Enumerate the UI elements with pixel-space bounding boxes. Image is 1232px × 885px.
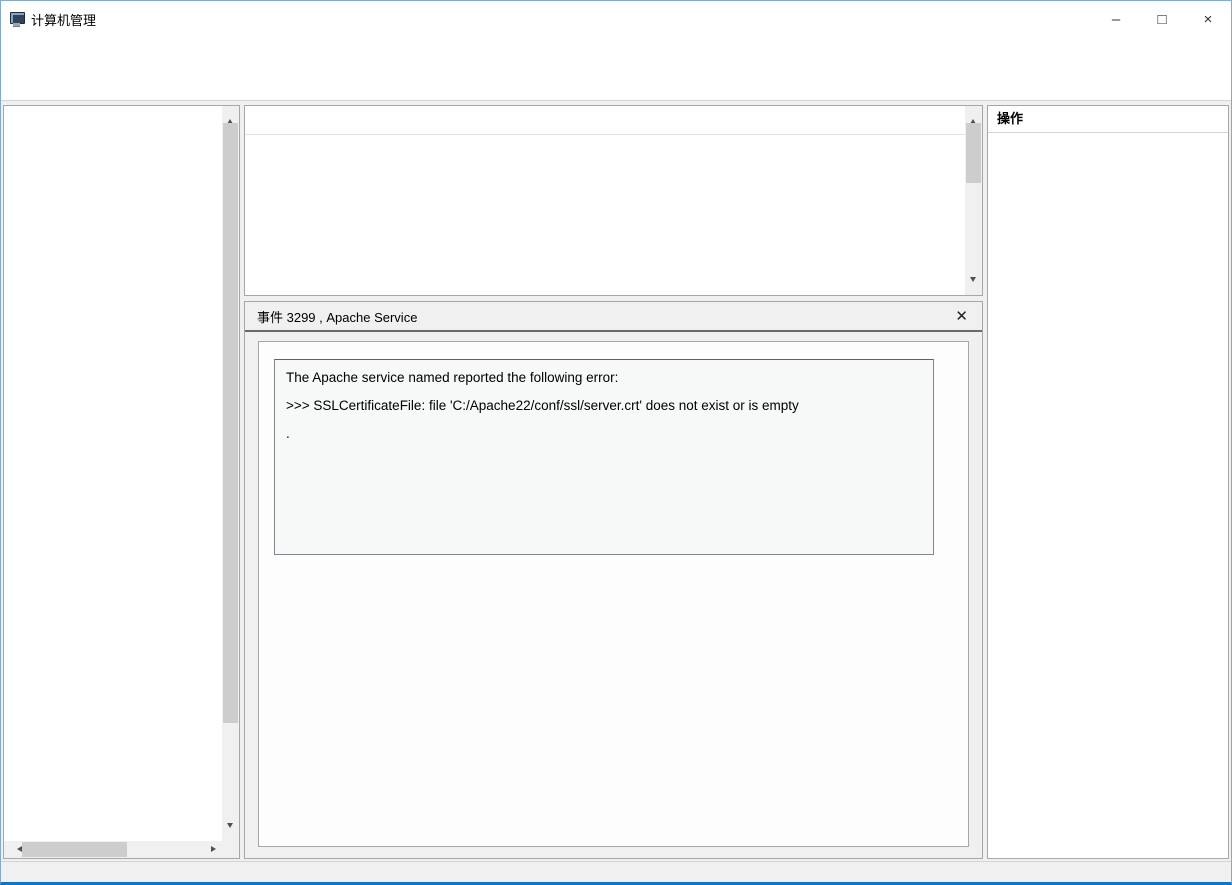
event-list-pane — [244, 105, 983, 296]
center-pane: 事件 3299 , Apache Service ✕ The Apache se… — [244, 105, 983, 859]
scrollbar-corner — [222, 841, 239, 858]
scroll-down-arrow[interactable] — [222, 824, 239, 841]
event-preview-pane: 事件 3299 , Apache Service ✕ The Apache se… — [244, 301, 983, 859]
actions-title: 操作 — [988, 106, 1228, 133]
message-line: The Apache service named reported the fo… — [286, 369, 922, 387]
maximize-button[interactable]: □ — [1139, 1, 1185, 37]
main-area: 事件 3299 , Apache Service ✕ The Apache se… — [1, 101, 1231, 861]
title-bar: 计算机管理 – □ × — [1, 1, 1231, 37]
app-icon — [9, 11, 25, 27]
event-message-box[interactable]: The Apache service named reported the fo… — [274, 359, 934, 555]
toolbar — [1, 65, 1231, 101]
scroll-thumb[interactable] — [223, 123, 238, 723]
event-list-scrollbar[interactable] — [965, 106, 982, 295]
actions-pane: 操作 — [987, 105, 1229, 859]
scroll-up-arrow[interactable] — [222, 106, 239, 123]
scroll-up-arrow[interactable] — [965, 106, 982, 123]
event-list-header — [245, 106, 965, 135]
scroll-down-arrow[interactable] — [965, 278, 982, 295]
window-controls: – □ × — [1093, 1, 1231, 37]
preview-tabs — [245, 332, 982, 341]
scroll-left-arrow[interactable] — [4, 841, 21, 858]
window-title: 计算机管理 — [31, 10, 96, 29]
message-line: >>> SSLCertificateFile: file 'C:/Apache2… — [286, 397, 922, 415]
console-tree-pane — [3, 105, 240, 859]
status-bar — [1, 861, 1231, 882]
minimize-button[interactable]: – — [1093, 1, 1139, 37]
preview-header: 事件 3299 , Apache Service ✕ — [245, 302, 982, 332]
preview-close-icon[interactable]: ✕ — [951, 307, 972, 325]
tree-horizontal-scrollbar[interactable] — [4, 841, 222, 858]
console-tree — [4, 108, 222, 841]
scroll-right-arrow[interactable] — [205, 841, 222, 858]
tree-vertical-scrollbar[interactable] — [222, 106, 239, 841]
message-line: . — [286, 425, 922, 443]
close-button[interactable]: × — [1185, 1, 1231, 37]
preview-title: 事件 3299 , Apache Service — [257, 307, 417, 326]
scroll-thumb[interactable] — [966, 123, 981, 183]
computer-management-window: 计算机管理 – □ × — [0, 0, 1232, 885]
scroll-thumb[interactable] — [22, 842, 127, 857]
general-tab-page: The Apache service named reported the fo… — [258, 341, 969, 847]
menu-bar — [1, 37, 1231, 65]
